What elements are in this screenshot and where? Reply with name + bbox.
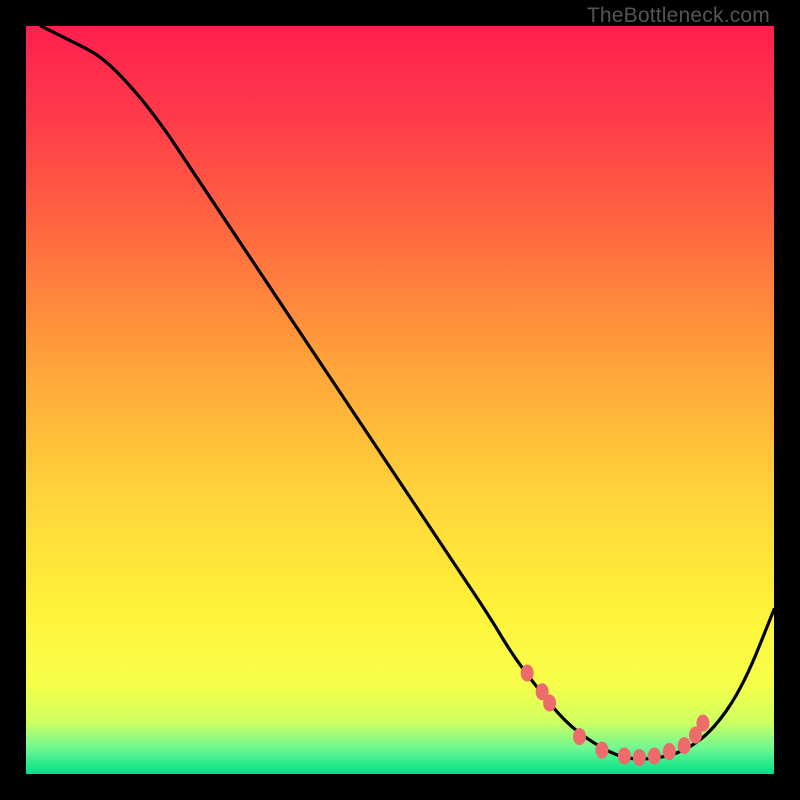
marker-dot [648,748,661,765]
bottleneck-curve [41,26,774,759]
marker-dot [521,665,534,682]
watermark-text: TheBottleneck.com [587,4,770,28]
marker-dot [618,748,631,765]
marker-dot [543,694,556,711]
highlight-markers [521,665,710,767]
marker-dot [678,737,691,754]
chart-svg [26,26,774,774]
marker-dot [663,743,676,760]
marker-dot [633,749,646,766]
marker-dot [595,742,608,759]
chart-frame [26,26,774,774]
marker-dot [696,715,709,732]
marker-dot [573,728,586,745]
